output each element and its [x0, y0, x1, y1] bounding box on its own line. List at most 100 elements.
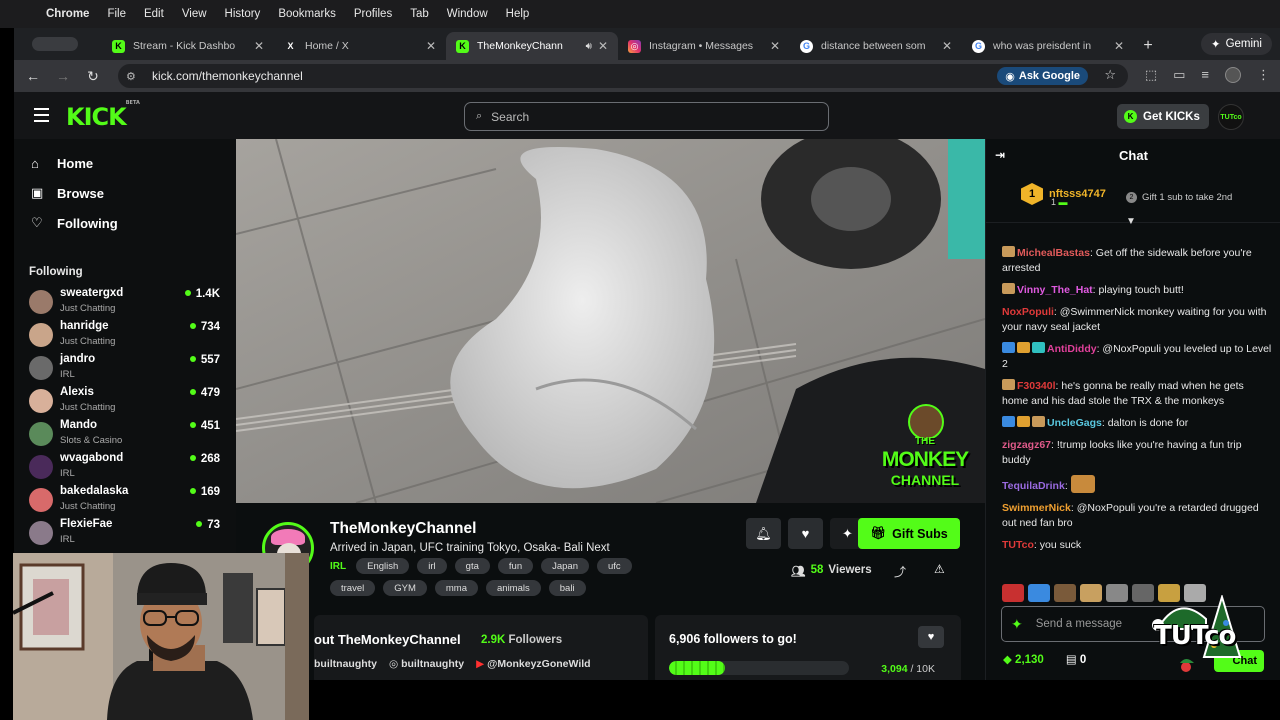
tag-pill[interactable]: fun: [497, 558, 534, 574]
tag-pill[interactable]: ufc: [597, 558, 632, 574]
tab-themonkeychannel[interactable]: K TheMonkeyChann 🔊︎ ✕: [446, 32, 618, 60]
sidebar-item-browse[interactable]: ▣ Browse: [14, 178, 236, 208]
media-queue-icon[interactable]: ≡: [1201, 67, 1209, 83]
tag-pill[interactable]: irl: [417, 558, 447, 574]
viewers-people-icon: 👥︎: [791, 566, 806, 578]
tab-google-president[interactable]: G who was preisdent in ✕: [962, 32, 1134, 60]
close-tab-icon[interactable]: ✕: [1114, 39, 1124, 53]
chat-username[interactable]: F30340l: [1017, 380, 1056, 392]
menu-file[interactable]: File: [107, 8, 126, 20]
following-item[interactable]: Alexis Just Chatting 479: [14, 385, 236, 418]
chat-username[interactable]: TequilaDrink: [1002, 480, 1065, 492]
chat-username[interactable]: TUTco: [1002, 539, 1034, 551]
close-tab-icon[interactable]: ✕: [598, 39, 608, 53]
hamburger-menu-icon[interactable]: [34, 108, 49, 126]
social-link-youtube[interactable]: ▶ @MonkeyzGoneWild: [476, 658, 590, 670]
chat-username[interactable]: SwimmerNick: [1002, 502, 1071, 514]
user-avatar[interactable]: TUTco: [1218, 104, 1244, 130]
gift-prompt[interactable]: 2 Gift 1 sub to take 2nd: [1126, 192, 1232, 203]
back-arrow-icon[interactable]: ←: [18, 68, 48, 84]
expand-chevron-icon[interactable]: ▼: [1126, 216, 1136, 227]
sidebar-item-home[interactable]: ⌂ Home: [14, 148, 236, 178]
tag-pill[interactable]: Japan: [541, 558, 589, 574]
emote-thumbnail[interactable]: [1002, 584, 1024, 602]
gemini-button[interactable]: ✦ Gemini: [1200, 33, 1272, 55]
overlay-logo-line3: CHANNEL: [890, 472, 960, 488]
tag-pill[interactable]: gta: [454, 558, 490, 574]
menu-edit[interactable]: Edit: [144, 8, 164, 20]
tag-pill[interactable]: mma: [434, 580, 478, 596]
following-item[interactable]: wvagabond IRL 268: [14, 451, 236, 484]
gift-subs-button[interactable]: 🎁︎ Gift Subs: [858, 518, 960, 549]
tab-group-pill[interactable]: [32, 37, 78, 51]
menu-history[interactable]: History: [225, 8, 261, 20]
share-icon[interactable]: ⤴: [894, 563, 906, 580]
chat-username[interactable]: AntiDiddy: [1047, 343, 1097, 355]
chat-username[interactable]: Vinny_The_Hat: [1017, 284, 1093, 296]
emote-thumbnail[interactable]: [1106, 584, 1128, 602]
close-tab-icon[interactable]: ✕: [942, 39, 952, 53]
tab-instagram[interactable]: ◎ Instagram • Messages ✕: [618, 32, 790, 60]
category-link[interactable]: IRL: [330, 561, 346, 572]
chrome-menu-icon[interactable]: ⋮: [1257, 67, 1270, 83]
search-input[interactable]: ⌕ Search: [464, 102, 829, 131]
close-tab-icon[interactable]: ✕: [254, 39, 264, 53]
emote-thumbnail[interactable]: [1054, 584, 1076, 602]
following-item[interactable]: jandro IRL 557: [14, 352, 236, 385]
following-item[interactable]: FlexieFae IRL 73: [14, 517, 236, 550]
following-item[interactable]: sweatergxd Just Chatting 1.4K: [14, 286, 236, 319]
menu-app-name[interactable]: Chrome: [46, 8, 89, 20]
profile-avatar[interactable]: [1225, 67, 1241, 83]
tag-pill[interactable]: travel: [330, 580, 376, 596]
tab-google-distance[interactable]: G distance between som ✕: [790, 32, 962, 60]
menu-tab[interactable]: Tab: [410, 8, 429, 20]
channel-name[interactable]: TheMonkeyChannel: [330, 520, 476, 538]
menu-bookmarks[interactable]: Bookmarks: [278, 8, 336, 20]
extensions-icon[interactable]: ⬚: [1145, 67, 1157, 83]
bookmark-star-icon[interactable]: ☆: [1104, 67, 1116, 83]
speaker-icon[interactable]: 🔊︎: [586, 41, 592, 52]
chat-username[interactable]: UncleGags: [1047, 417, 1102, 429]
tag-pill[interactable]: bali: [548, 580, 586, 596]
emote-thumbnail[interactable]: [1080, 584, 1102, 602]
menu-window[interactable]: Window: [447, 8, 488, 20]
close-tab-icon[interactable]: ✕: [770, 39, 780, 53]
collapse-chat-icon[interactable]: ⇥: [995, 148, 1005, 162]
menu-view[interactable]: View: [182, 8, 207, 20]
menu-help[interactable]: Help: [506, 8, 530, 20]
tag-pill[interactable]: GYM: [383, 580, 427, 596]
reload-icon[interactable]: ↻: [78, 68, 108, 85]
ask-google-button[interactable]: ◉ Ask Google: [997, 67, 1088, 85]
chat-username[interactable]: zigzagz67: [1002, 439, 1051, 451]
notifications-bell-button[interactable]: 🔔︎: [746, 518, 781, 549]
video-player[interactable]: THE MONKEY CHANNEL: [236, 139, 985, 503]
get-kicks-button[interactable]: K Get KICKs: [1117, 104, 1209, 129]
social-link-instagram[interactable]: ◎ builtnaughty: [389, 658, 464, 670]
tag-pill[interactable]: animals: [486, 580, 541, 596]
sidebar-item-following[interactable]: ♡ Following: [14, 208, 236, 238]
following-item[interactable]: bakedalaska Just Chatting 169: [14, 484, 236, 517]
address-bar[interactable]: ⚙ kick.com/themonkeychannel ◉ Ask Google…: [118, 64, 1128, 88]
follow-heart-button[interactable]: ♥: [788, 518, 823, 549]
forward-arrow-icon[interactable]: →: [48, 68, 78, 84]
close-tab-icon[interactable]: ✕: [426, 39, 436, 53]
chat-username[interactable]: MichealBastas: [1017, 247, 1090, 259]
menu-profiles[interactable]: Profiles: [354, 8, 392, 20]
tab-x-home[interactable]: X Home / X ✕: [274, 32, 446, 60]
tag-pill[interactable]: English: [356, 558, 410, 574]
new-tab-button[interactable]: +: [1134, 32, 1162, 60]
chat-username[interactable]: NoxPopuli: [1002, 306, 1054, 318]
site-info-icon[interactable]: ⚙: [126, 70, 142, 83]
goal-heart-button[interactable]: ♥: [918, 626, 944, 648]
gift-counter[interactable]: ▤ 0: [1066, 652, 1086, 666]
emote-thumbnail[interactable]: [1028, 584, 1050, 602]
kick-logo[interactable]: KICKBETA: [66, 100, 140, 131]
following-item[interactable]: hanridge Just Chatting 734: [14, 319, 236, 352]
tab-kick-dashboard[interactable]: K Stream - Kick Dashbo ✕: [102, 32, 274, 60]
sparkle-icon[interactable]: ✦: [1011, 616, 1023, 633]
cast-icon[interactable]: ▭: [1173, 67, 1185, 83]
report-warning-icon[interactable]: ⚠: [934, 562, 945, 576]
channel-points[interactable]: ◆ 2,130: [1003, 652, 1044, 666]
following-item[interactable]: Mando Slots & Casino 451: [14, 418, 236, 451]
social-link-x[interactable]: builtnaughty: [314, 658, 377, 670]
